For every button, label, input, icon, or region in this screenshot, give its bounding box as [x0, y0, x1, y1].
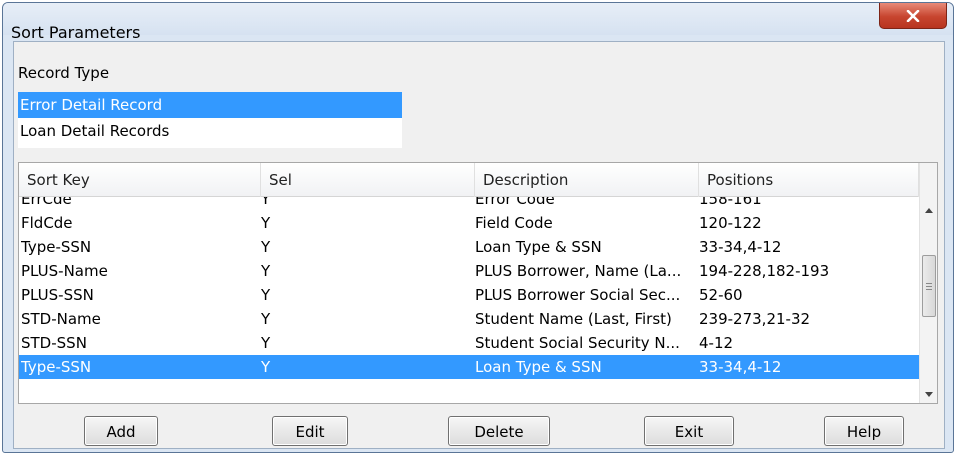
column-header-sel[interactable]: Sel: [261, 163, 475, 197]
column-header-description[interactable]: Description: [475, 163, 699, 197]
sort-parameters-dialog: Sort Parameters Record Type Error Detail…: [2, 2, 954, 453]
cell-positions: 158-161: [699, 197, 762, 208]
cell-positions: 194-228,182-193: [699, 262, 830, 280]
cell-sort-key: PLUS-SSN: [21, 286, 94, 304]
cell-sort-key: STD-SSN: [21, 334, 87, 352]
edit-button[interactable]: Edit: [272, 416, 348, 446]
vertical-scrollbar[interactable]: [919, 163, 937, 403]
column-header-positions[interactable]: Positions: [699, 163, 919, 197]
sort-key-grid: Sort Key Sel Description Positions ErrCd…: [18, 162, 938, 404]
cell-description: Field Code: [475, 214, 553, 232]
exit-button[interactable]: Exit: [644, 416, 734, 446]
table-row[interactable]: FldCde Y Field Code 120-122: [19, 211, 919, 235]
table-row[interactable]: ErrCde Y Error Code 158-161: [19, 197, 919, 211]
cell-positions: 4-12: [699, 334, 734, 352]
chevron-up-icon: [925, 199, 933, 217]
table-row[interactable]: STD-SSN Y Student Social Security N... 4…: [19, 331, 919, 355]
cell-positions: 33-34,4-12: [699, 238, 782, 256]
scroll-up-button[interactable]: [920, 199, 938, 217]
cell-sort-key: ErrCde: [21, 197, 72, 208]
cell-sel: Y: [261, 310, 271, 328]
record-type-item-loan-detail[interactable]: Loan Detail Records: [18, 118, 402, 144]
record-type-label: Record Type: [18, 64, 110, 82]
scroll-thumb[interactable]: [922, 255, 936, 317]
cell-sel: Y: [261, 238, 271, 256]
chevron-down-icon: [925, 383, 933, 401]
cell-sel: Y: [261, 286, 271, 304]
column-header-sort-key[interactable]: Sort Key: [19, 163, 261, 197]
record-type-list[interactable]: Error Detail Record Loan Detail Records: [18, 92, 402, 148]
cell-positions: 239-273,21-32: [699, 310, 811, 328]
table-row[interactable]: Type-SSN Y Loan Type & SSN 33-34,4-12: [19, 235, 919, 259]
scroll-down-button[interactable]: [920, 383, 938, 401]
add-button[interactable]: Add: [84, 416, 158, 446]
cell-description: Error Code: [475, 197, 555, 208]
close-icon: [906, 9, 920, 22]
table-row[interactable]: STD-Name Y Student Name (Last, First) 23…: [19, 307, 919, 331]
cell-sel: Y: [261, 197, 271, 208]
dialog-body: Record Type Error Detail Record Loan Det…: [13, 41, 945, 449]
cell-sort-key: Type-SSN: [21, 238, 92, 256]
window-title: Sort Parameters: [11, 23, 141, 42]
grid-header: Sort Key Sel Description Positions: [19, 163, 919, 197]
cell-positions: 120-122: [699, 214, 762, 232]
cell-sel: Y: [261, 214, 271, 232]
cell-sel: Y: [261, 358, 271, 376]
cell-sort-key: FldCde: [21, 214, 73, 232]
cell-description: PLUS Borrower, Name (La...: [475, 262, 682, 280]
cell-positions: 33-34,4-12: [699, 358, 782, 376]
cell-sort-key: PLUS-Name: [21, 262, 108, 280]
cell-description: Loan Type & SSN: [475, 358, 602, 376]
cell-sel: Y: [261, 262, 271, 280]
record-type-item-error-detail[interactable]: Error Detail Record: [18, 92, 402, 118]
table-row[interactable]: PLUS-Name Y PLUS Borrower, Name (La... 1…: [19, 259, 919, 283]
cell-positions: 52-60: [699, 286, 743, 304]
cell-sort-key: STD-Name: [21, 310, 101, 328]
cell-sel: Y: [261, 334, 271, 352]
grip-icon: [926, 285, 932, 287]
table-row[interactable]: PLUS-SSN Y PLUS Borrower Social Sec... 5…: [19, 283, 919, 307]
cell-sort-key: Type-SSN: [21, 358, 92, 376]
grid-rows: ErrCde Y Error Code 158-161 FldCde Y Fie…: [19, 197, 919, 403]
help-button[interactable]: Help: [824, 416, 904, 446]
table-row-selected[interactable]: Type-SSN Y Loan Type & SSN 33-34,4-12: [19, 355, 919, 379]
cell-description: PLUS Borrower Social Sec...: [475, 286, 681, 304]
close-button[interactable]: [879, 3, 947, 29]
cell-description: Student Social Security N...: [475, 334, 680, 352]
cell-description: Student Name (Last, First): [475, 310, 672, 328]
cell-description: Loan Type & SSN: [475, 238, 602, 256]
title-bar: Sort Parameters: [3, 3, 953, 42]
delete-button[interactable]: Delete: [448, 416, 550, 446]
